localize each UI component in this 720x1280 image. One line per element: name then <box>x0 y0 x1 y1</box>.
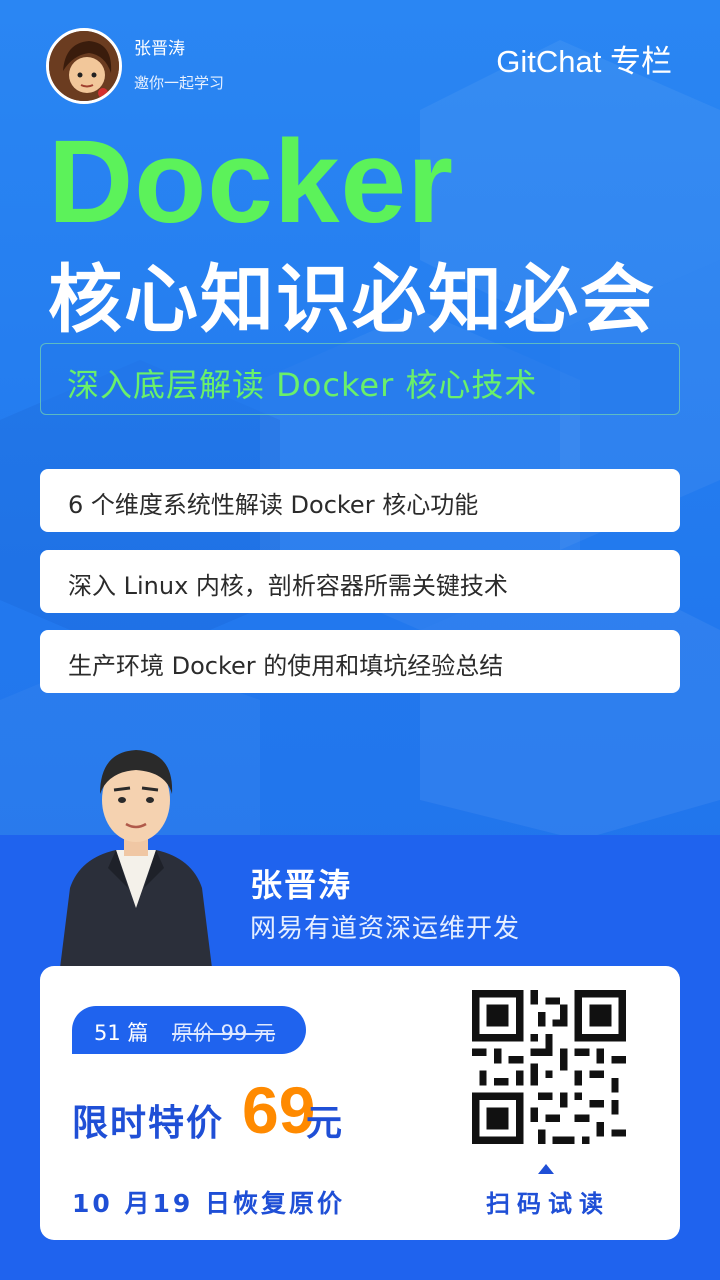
price-restore-date: 10 月19 日恢复原价 <box>72 1189 345 1218</box>
author-name-small: 张晋涛 <box>134 39 185 59</box>
arrow-up-icon <box>538 1164 554 1174</box>
course-poster: 张晋涛 邀你一起学习 GitChat 专栏 Docker 核心知识必知必会 深入… <box>0 0 720 1280</box>
course-title-english: Docker <box>48 116 455 248</box>
author-name: 张晋涛 <box>250 866 353 904</box>
original-price: 原价 99 元 <box>172 1021 276 1045</box>
invite-text: 邀你一起学习 <box>134 74 225 92</box>
feature-item: 生产环境 Docker 的使用和填坑经验总结 <box>40 630 680 693</box>
author-title: 网易有道资深运维开发 <box>250 914 521 944</box>
feature-item: 6 个维度系统性解读 Docker 核心功能 <box>40 469 680 532</box>
qr-code[interactable] <box>472 990 626 1144</box>
feature-text: 6 个维度系统性解读 Docker 核心功能 <box>68 491 479 519</box>
course-subtitle: 深入底层解读 Docker 核心技术 <box>67 366 538 404</box>
scan-to-read-label: 扫码试读 <box>486 1190 610 1218</box>
article-count: 51 篇 <box>94 1021 149 1045</box>
feature-text: 生产环境 Docker 的使用和填坑经验总结 <box>68 652 504 680</box>
offer-price-unit: 元 <box>306 1103 343 1144</box>
author-avatar <box>46 28 122 104</box>
subtitle-box: 深入底层解读 Docker 核心技术 <box>40 343 680 415</box>
gitchat-brand-logo: GitChat 专栏 <box>496 44 672 79</box>
course-title-chinese: 核心知识必知必会 <box>48 257 656 343</box>
limited-offer-label: 限时特价 <box>72 1103 225 1144</box>
author-portrait-illustration <box>60 750 212 968</box>
feature-text: 深入 Linux 内核，剖析容器所需关键技术 <box>68 572 508 600</box>
pricing-card: 51 篇 原价 99 元 限时特价 69 元 10 月19 日恢复原价 扫码试读 <box>40 966 680 1240</box>
feature-item: 深入 Linux 内核，剖析容器所需关键技术 <box>40 550 680 613</box>
article-count-badge: 51 篇 原价 99 元 <box>72 1006 306 1054</box>
offer-price: 69 <box>242 1073 316 1147</box>
